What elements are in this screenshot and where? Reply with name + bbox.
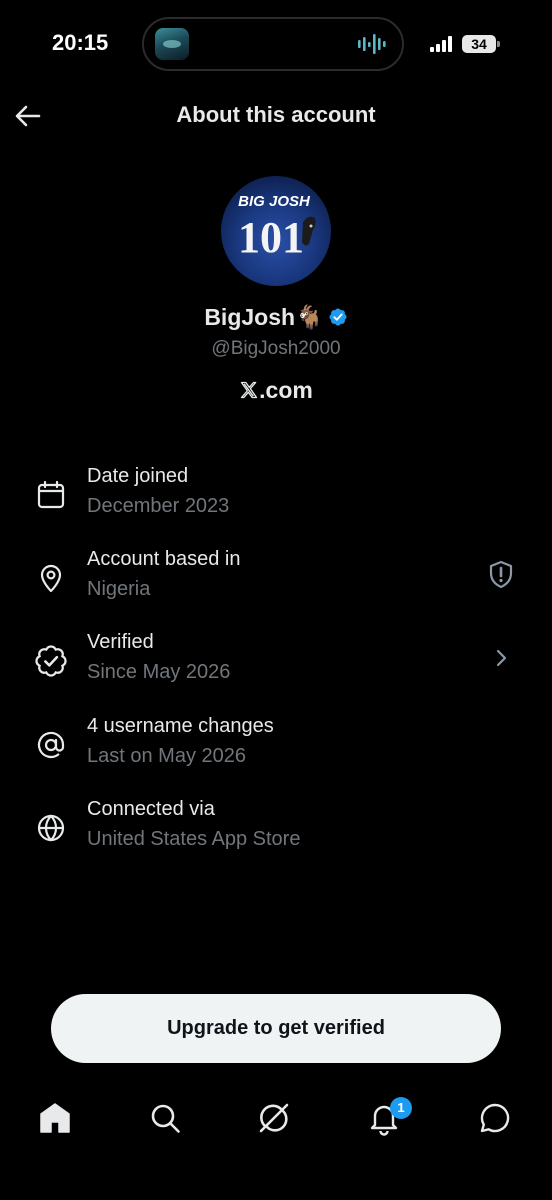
location-pin-icon <box>40 564 62 593</box>
search-icon[interactable] <box>147 1100 183 1136</box>
cellular-signal-icon <box>430 36 452 52</box>
info-value: December 2023 <box>87 495 230 517</box>
home-icon[interactable] <box>37 1100 73 1136</box>
avatar-text-top: BIG JOSH <box>238 193 311 210</box>
avatar-number: 101 <box>238 213 304 262</box>
media-thumbnail <box>155 28 189 60</box>
info-row-account-location: Account based in Nigeria <box>0 546 552 616</box>
page-title: About this account <box>176 102 376 127</box>
info-value: Last on May 2026 <box>87 745 246 767</box>
goat-emoji: 🐐 <box>295 305 324 331</box>
shield-alert-icon[interactable] <box>484 558 518 592</box>
display-name-text: BigJosh <box>204 304 296 330</box>
info-value: Nigeria <box>87 578 151 600</box>
display-name: BigJosh🐐 <box>0 304 552 331</box>
info-label: Connected via <box>87 798 215 820</box>
battery-cap <box>497 41 500 47</box>
info-label: Date joined <box>87 465 189 487</box>
grok-icon[interactable] <box>256 1100 292 1136</box>
client-text: .com <box>259 377 313 403</box>
dynamic-island[interactable] <box>142 17 404 71</box>
globe-icon <box>37 814 65 842</box>
at-sign-icon <box>37 731 65 759</box>
calendar-icon <box>37 480 65 509</box>
x-logo-icon <box>240 381 258 399</box>
info-value: Since May 2026 <box>87 661 231 683</box>
info-row-username-changes: 4 username changes Last on May 2026 <box>0 713 552 783</box>
avatar[interactable]: BIG JOSH 101 <box>221 176 331 286</box>
upgrade-verified-button[interactable]: Upgrade to get verified <box>51 994 501 1063</box>
messages-icon[interactable] <box>477 1100 513 1136</box>
username-handle: @BigJosh2000 <box>211 338 341 359</box>
status-time: 20:15 <box>52 30 109 55</box>
verified-outline-icon <box>35 645 67 677</box>
info-label: Verified <box>87 631 154 653</box>
verified-badge-icon[interactable] <box>328 307 348 327</box>
chevron-right-icon[interactable] <box>484 641 518 675</box>
info-row-date-joined: Date joined December 2023 <box>0 463 552 533</box>
info-value: United States App Store <box>87 828 301 850</box>
info-label: Account based in <box>87 548 241 570</box>
notification-count-badge: 1 <box>390 1097 412 1119</box>
info-row-verified[interactable]: Verified Since May 2026 <box>0 629 552 699</box>
battery-indicator: 34 <box>462 35 496 53</box>
audio-waveform-icon <box>358 34 386 54</box>
info-label: 4 username changes <box>87 715 274 737</box>
info-row-connected-via: Connected via United States App Store <box>0 796 552 866</box>
client-link[interactable]: .com <box>0 377 552 404</box>
